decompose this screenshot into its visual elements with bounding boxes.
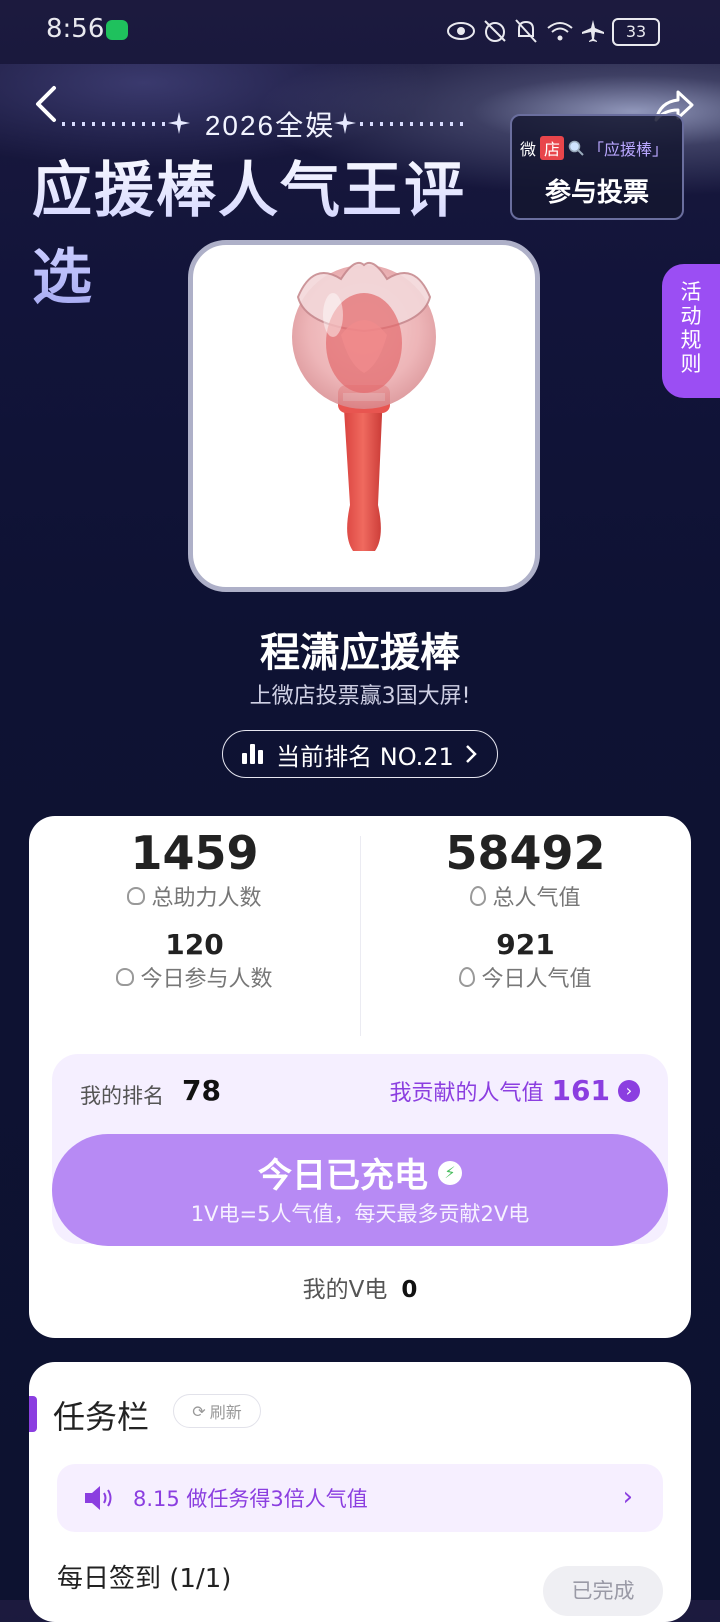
total-helpers-label: 总助力人数 — [151, 886, 262, 911]
product-name: 程潇应援棒 — [260, 630, 460, 676]
total-helpers-stat: 1459 总助力人数 — [29, 826, 360, 912]
airplane-icon — [582, 20, 604, 42]
eye-icon — [447, 22, 475, 40]
chevron-right-circle-icon: › — [618, 1079, 640, 1102]
chevron-right-icon: › — [622, 1482, 633, 1512]
total-popularity-label-row: 总人气值 — [360, 880, 691, 912]
alarm-off-icon — [484, 20, 506, 42]
my-v-value: 0 — [401, 1277, 418, 1303]
task-notice-text: 8.15 做任务得3倍人气值 — [133, 1487, 368, 1511]
status-time: 8:56 — [46, 14, 105, 44]
today-popularity-label: 今日人气值 — [481, 967, 592, 992]
task-title: 任务栏 — [53, 1398, 150, 1436]
rank-chart-icon — [242, 744, 266, 764]
daily-checkin-label: 每日签到 (1/1) — [57, 1564, 232, 1594]
stats-grid: 1459 总助力人数 58492 总人气值 120 今日参与人数 921 今日人… — [29, 816, 691, 1046]
my-v-label: 我的V电 — [302, 1277, 388, 1303]
shop-badge: 店 — [540, 136, 565, 160]
today-participants-label: 今日参与人数 — [140, 967, 273, 992]
charge-subtitle: 1V电=5人气值，每天最多贡献2V电 — [190, 1202, 530, 1226]
task-card: 任务栏 ⟳ 刷新 8.15 做任务得3倍人气值 › 每日签到 (1/1) 已完成 — [29, 1362, 691, 1622]
my-rank-label: 我的排名 — [80, 1084, 164, 1108]
refresh-icon: ⟳ — [192, 1401, 206, 1421]
people-icon — [127, 887, 146, 905]
fire-icon — [470, 886, 487, 906]
today-participants-label-row: 今日参与人数 — [29, 961, 360, 993]
shop-label: 微 — [520, 140, 537, 159]
product-subtitle: 上微店投票赢3国大屏! — [249, 684, 471, 709]
status-bar: 8:56 33 — [0, 0, 720, 64]
search-icon — [568, 140, 584, 156]
total-popularity-value: 58492 — [445, 826, 606, 880]
total-popularity-label: 总人气值 — [492, 886, 581, 911]
vote-cta: 参与投票 — [544, 178, 649, 208]
lightning-icon: ⚡ — [438, 1160, 462, 1185]
vote-shop-tag: 微 店 「应援棒」 — [520, 136, 668, 160]
my-rank-value: 78 — [182, 1074, 221, 1107]
stats-card: 1459 总助力人数 58492 总人气值 120 今日参与人数 921 今日人… — [29, 816, 691, 1338]
vote-keyword: 「应援棒」 — [588, 140, 669, 159]
daily-checkin-status[interactable]: 已完成 — [543, 1566, 663, 1616]
today-popularity-label-row: 今日人气值 — [360, 961, 691, 993]
total-helpers-label-row: 总助力人数 — [29, 880, 360, 912]
charge-button[interactable]: 今日已充电 ⚡ 1V电=5人气值，每天最多贡献2V电 — [52, 1134, 668, 1246]
current-rank-pill[interactable]: 当前排名 NO.21 — [222, 730, 498, 778]
vote-box[interactable]: 微 店 「应援棒」 参与投票 — [510, 114, 684, 220]
today-participants-stat: 120 今日参与人数 — [29, 928, 360, 993]
total-popularity-stat: 58492 总人气值 — [360, 826, 691, 912]
task-notice[interactable]: 8.15 做任务得3倍人气值 › — [57, 1464, 663, 1532]
my-v-power: 我的V电 0 — [29, 1270, 691, 1304]
charge-title-row: 今日已充电 ⚡ — [52, 1148, 668, 1197]
wifi-icon — [547, 22, 573, 41]
charge-title: 今日已充电 — [258, 1156, 428, 1196]
chevron-right-icon — [465, 745, 477, 763]
task-accent-bar — [29, 1396, 37, 1432]
today-participants-value: 120 — [165, 928, 224, 961]
total-helpers-value: 1459 — [130, 826, 259, 880]
fire-icon — [459, 967, 476, 987]
refresh-button[interactable]: ⟳ 刷新 — [173, 1394, 261, 1428]
banner-dots-right — [360, 122, 470, 126]
sparkle-icon — [334, 112, 356, 134]
rules-tab-label: 活动规则 — [680, 280, 702, 376]
today-popularity-stat: 921 今日人气值 — [360, 928, 691, 993]
my-contribution-value: 161 — [551, 1074, 610, 1107]
lightstick-image — [292, 261, 436, 551]
mute-icon — [515, 19, 537, 43]
my-contribution-box: 我的排名 78 我贡献的人气值 161 › 今日已充电 ⚡ 1V电=5人气值，每… — [52, 1054, 668, 1246]
speaker-icon — [85, 1486, 112, 1510]
wechat-icon — [106, 20, 128, 40]
today-popularity-value: 921 — [496, 928, 555, 961]
product-image — [188, 240, 540, 592]
people-icon — [116, 968, 135, 986]
refresh-label: 刷新 — [209, 1403, 242, 1422]
my-contribution-link[interactable]: 我贡献的人气值 161 › — [390, 1074, 640, 1107]
rules-tab[interactable]: 活动规则 — [662, 264, 720, 398]
battery-indicator: 33 — [612, 18, 660, 46]
my-contribution-label: 我贡献的人气值 — [389, 1080, 544, 1106]
current-rank-label: 当前排名 NO.21 — [276, 742, 454, 771]
